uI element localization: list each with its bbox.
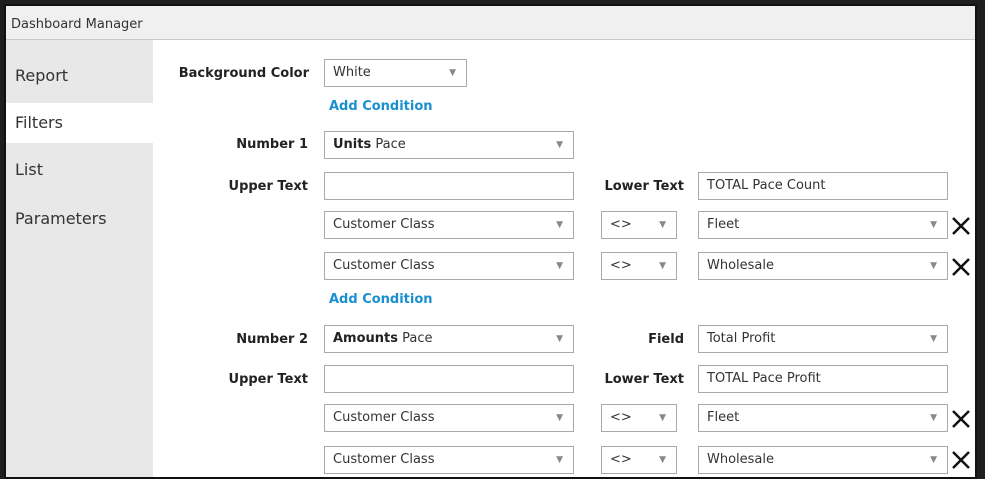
remove-condition-button[interactable] — [950, 449, 972, 471]
number1-condition1-field-select[interactable]: Customer Class ▼ — [324, 211, 574, 239]
chevron-down-icon: ▼ — [556, 140, 563, 150]
number1-condition2-operator-select[interactable]: <> ▼ — [601, 252, 677, 280]
number1-condition2-value-select[interactable]: Wholesale ▼ — [698, 252, 948, 280]
chevron-down-icon: ▼ — [556, 334, 563, 344]
sidebar: Report Filters List Parameters — [6, 40, 153, 477]
sidebar-item-parameters[interactable]: Parameters — [6, 199, 153, 239]
close-icon — [952, 217, 970, 235]
number2-upper-text-label: Upper Text — [228, 372, 308, 387]
chevron-down-icon: ▼ — [930, 261, 937, 271]
number1-condition1-operator-select[interactable]: <> ▼ — [601, 211, 677, 239]
number2-condition1-operator-select[interactable]: <> ▼ — [601, 404, 677, 432]
number2-upper-text-input[interactable] — [324, 365, 574, 393]
background-color-label: Background Color — [178, 66, 309, 81]
number1-lower-text-input[interactable]: TOTAL Pace Count — [698, 172, 948, 200]
add-condition-link[interactable]: Add Condition — [329, 97, 433, 117]
remove-condition-button[interactable] — [950, 408, 972, 430]
number2-condition2-value-select[interactable]: Wholesale ▼ — [698, 446, 948, 474]
chevron-down-icon: ▼ — [556, 455, 563, 465]
background-color-value: White — [333, 65, 371, 80]
chevron-down-icon: ▼ — [449, 68, 456, 78]
number1-condition1-value-select[interactable]: Fleet ▼ — [698, 211, 948, 239]
condition-value: Fleet — [707, 217, 740, 232]
remove-condition-button[interactable] — [950, 256, 972, 278]
sidebar-item-filters[interactable]: Filters — [6, 103, 153, 143]
number2-lower-text-input[interactable]: TOTAL Pace Profit — [698, 365, 948, 393]
add-condition-link[interactable]: Add Condition — [329, 290, 433, 310]
number2-metric-bold: Amounts — [333, 331, 398, 346]
number1-label: Number 1 — [236, 137, 308, 152]
dashboard-manager-window: Dashboard Manager Report Filters List Pa… — [4, 4, 977, 479]
sidebar-item-list[interactable]: List — [6, 150, 153, 190]
number1-lower-text-label: Lower Text — [604, 179, 684, 194]
number1-metric-rest: Pace — [375, 137, 406, 152]
condition-value: Fleet — [707, 410, 740, 425]
background-color-select[interactable]: White ▼ — [324, 59, 467, 87]
chevron-down-icon: ▼ — [930, 220, 937, 230]
number2-label: Number 2 — [236, 332, 308, 347]
chevron-down-icon: ▼ — [659, 261, 666, 271]
sidebar-item-report[interactable]: Report — [6, 56, 153, 96]
number2-lower-text-label: Lower Text — [604, 372, 684, 387]
condition-field-value: Customer Class — [333, 217, 435, 232]
chevron-down-icon: ▼ — [930, 334, 937, 344]
condition-operator-value: <> — [610, 217, 632, 232]
number2-metric-rest: Pace — [402, 331, 433, 346]
window-title: Dashboard Manager — [6, 6, 975, 40]
condition-field-value: Customer Class — [333, 410, 435, 425]
number2-metric-select[interactable]: Amounts Pace ▼ — [324, 325, 574, 353]
chevron-down-icon: ▼ — [659, 220, 666, 230]
condition-field-value: Customer Class — [333, 258, 435, 273]
number2-condition1-value-select[interactable]: Fleet ▼ — [698, 404, 948, 432]
chevron-down-icon: ▼ — [556, 220, 563, 230]
number1-metric-select[interactable]: Units Pace ▼ — [324, 131, 574, 159]
close-icon — [952, 410, 970, 428]
close-icon — [952, 451, 970, 469]
chevron-down-icon: ▼ — [659, 413, 666, 423]
number1-upper-text-input[interactable] — [324, 172, 574, 200]
number2-condition2-field-select[interactable]: Customer Class ▼ — [324, 446, 574, 474]
number2-condition1-field-select[interactable]: Customer Class ▼ — [324, 404, 574, 432]
close-icon — [952, 258, 970, 276]
number1-condition2-field-select[interactable]: Customer Class ▼ — [324, 252, 574, 280]
chevron-down-icon: ▼ — [930, 455, 937, 465]
condition-operator-value: <> — [610, 452, 632, 467]
number2-condition2-operator-select[interactable]: <> ▼ — [601, 446, 677, 474]
number1-metric-bold: Units — [333, 137, 372, 152]
chevron-down-icon: ▼ — [556, 413, 563, 423]
number1-upper-text-label: Upper Text — [228, 179, 308, 194]
condition-value: Wholesale — [707, 258, 775, 273]
condition-field-value: Customer Class — [333, 452, 435, 467]
condition-value: Wholesale — [707, 452, 775, 467]
condition-operator-value: <> — [610, 258, 632, 273]
condition-operator-value: <> — [610, 410, 632, 425]
number2-field-value: Total Profit — [707, 331, 776, 346]
number2-field-select[interactable]: Total Profit ▼ — [698, 325, 948, 353]
chevron-down-icon: ▼ — [930, 413, 937, 423]
chevron-down-icon: ▼ — [556, 261, 563, 271]
remove-condition-button[interactable] — [950, 215, 972, 237]
chevron-down-icon: ▼ — [659, 455, 666, 465]
number2-field-label: Field — [648, 332, 684, 347]
